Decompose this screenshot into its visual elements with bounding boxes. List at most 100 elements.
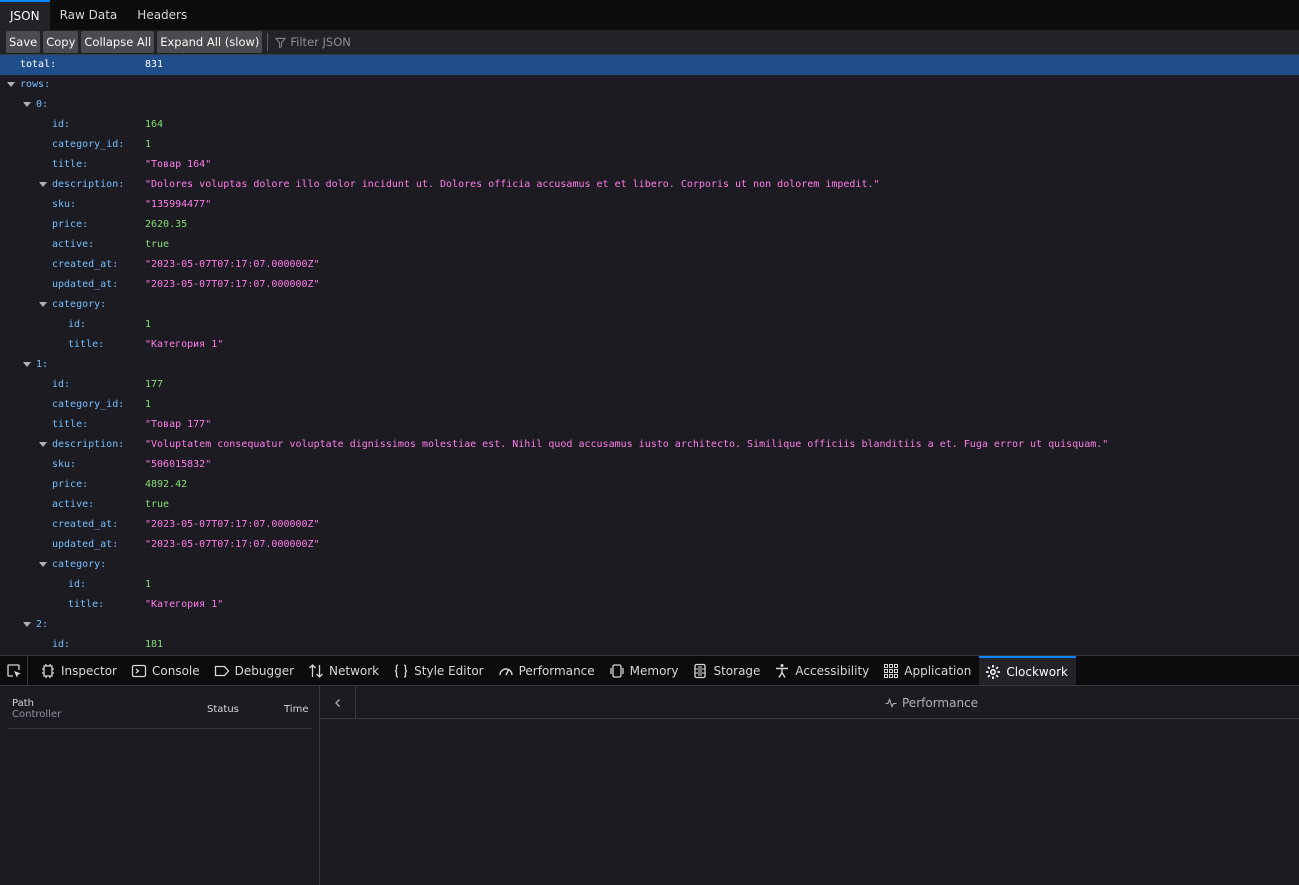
expand-toggle-icon[interactable] xyxy=(39,562,47,567)
inspector-icon xyxy=(42,663,54,678)
element-picker-button[interactable] xyxy=(0,656,28,685)
tree-row[interactable]: id: 181 xyxy=(0,635,1299,655)
tree-row[interactable]: created_at: "2023-05-07T07:17:07.000000Z" xyxy=(0,515,1299,535)
tree-row[interactable]: description: "Dolores voluptas dolore ill… xyxy=(0,175,1299,195)
tree-row[interactable]: id: 164 xyxy=(0,115,1299,135)
filter-json-input[interactable] xyxy=(290,35,491,49)
tree-row[interactable]: title: "Товар 177" xyxy=(0,415,1299,435)
tree-row[interactable]: title: "Товар 164" xyxy=(0,155,1299,175)
tree-key: description: xyxy=(52,439,125,450)
tree-value: true xyxy=(145,499,170,510)
tree-value: "Dolores voluptas dolore illo dolor inci… xyxy=(145,179,880,190)
tree-value: "135994477" xyxy=(145,199,212,210)
tree-row[interactable]: updated_at: "2023-05-07T07:17:07.000000Z" xyxy=(0,535,1299,555)
devtools-tab-label: Network xyxy=(329,663,380,678)
tab-performance[interactable]: Performance xyxy=(492,656,603,685)
accessibility-icon xyxy=(776,663,789,678)
tab-accessibility[interactable]: Accessibility xyxy=(768,656,877,685)
tree-value: "Товар 177" xyxy=(145,419,212,430)
tree-row[interactable]: created_at: "2023-05-07T07:17:07.000000Z" xyxy=(0,255,1299,275)
collapse-all-button[interactable]: Collapse All xyxy=(81,31,155,53)
filter-icon xyxy=(275,37,287,48)
tree-row[interactable]: category_id: 1 xyxy=(0,395,1299,415)
expand-toggle-icon[interactable] xyxy=(7,82,15,87)
column-time[interactable]: Time xyxy=(284,704,308,715)
tree-value: "2023-05-07T07:17:07.000000Z" xyxy=(145,279,320,290)
performance-tab[interactable]: Performance xyxy=(885,686,978,719)
tab-storage[interactable]: Storage xyxy=(686,656,768,685)
tree-key: rows: xyxy=(20,79,51,90)
tree-row[interactable]: 1: xyxy=(0,355,1299,375)
tab-application[interactable]: Application xyxy=(877,656,979,685)
devtools-tab-label: Style Editor xyxy=(414,663,484,678)
tree-key: created_at: xyxy=(52,259,119,270)
tree-row[interactable]: rows: xyxy=(0,75,1299,95)
tree-key: id: xyxy=(52,119,71,130)
tree-value: 177 xyxy=(145,379,164,390)
tree-row[interactable]: 2: xyxy=(0,615,1299,635)
tab-headers[interactable]: Headers xyxy=(127,0,197,30)
tree-row[interactable]: category: xyxy=(0,555,1299,575)
tree-row[interactable]: title: "Категория 1" xyxy=(0,335,1299,355)
tree-row[interactable]: sku: "506015832" xyxy=(0,455,1299,475)
tree-key: sku: xyxy=(52,199,77,210)
tree-key: id: xyxy=(52,639,71,650)
tree-row[interactable]: title: "Категория 1" xyxy=(0,595,1299,615)
activity-icon xyxy=(885,697,897,708)
expand-toggle-icon[interactable] xyxy=(39,182,47,187)
collapse-sidebar-button[interactable] xyxy=(320,686,356,719)
tab-network[interactable]: Network xyxy=(302,656,387,685)
tree-row[interactable]: price: 2620.35 xyxy=(0,215,1299,235)
tree-key: active: xyxy=(52,499,95,510)
tree-row[interactable]: active: true xyxy=(0,235,1299,255)
tree-row[interactable]: total: 831 xyxy=(0,55,1299,75)
tree-row[interactable]: id: 177 xyxy=(0,375,1299,395)
tree-value: "Voluptatem consequatur voluptate dignis… xyxy=(145,439,1109,450)
save-button[interactable]: Save xyxy=(6,31,41,53)
tree-value: 1 xyxy=(145,399,152,410)
tree-row[interactable]: id: 1 xyxy=(0,575,1299,595)
tree-row[interactable]: category_id: 1 xyxy=(0,135,1299,155)
tree-row[interactable]: description: "Voluptatem consequatur volu… xyxy=(0,435,1299,455)
tree-value: 164 xyxy=(145,119,164,130)
expand-toggle-icon[interactable] xyxy=(23,622,31,627)
tree-key: title: xyxy=(52,419,89,430)
tab-memory[interactable]: Memory xyxy=(603,656,687,685)
tab-inspector[interactable]: Inspector xyxy=(34,656,125,685)
expand-toggle-icon[interactable] xyxy=(23,362,31,367)
tree-row[interactable]: 0: xyxy=(0,95,1299,115)
tree-row[interactable]: active: true xyxy=(0,495,1299,515)
tree-value: 181 xyxy=(145,639,164,650)
gear-icon xyxy=(986,664,1001,679)
tab-json[interactable]: JSON xyxy=(0,0,50,30)
expand-all-button[interactable]: Expand All (slow) xyxy=(157,31,263,53)
clockwork-request-list: Path Controller Status Time xyxy=(0,686,320,885)
column-status[interactable]: Status xyxy=(207,704,239,715)
copy-button[interactable]: Copy xyxy=(43,31,79,53)
tab-raw-data[interactable]: Raw Data xyxy=(50,0,128,30)
memory-icon xyxy=(610,663,624,678)
tree-key: category_id: xyxy=(52,399,125,410)
tree-row[interactable]: updated_at: "2023-05-07T07:17:07.000000Z" xyxy=(0,275,1299,295)
tree-key: title: xyxy=(68,599,105,610)
debugger-icon xyxy=(214,665,229,676)
tree-row[interactable]: id: 1 xyxy=(0,315,1299,335)
tab-clockwork[interactable]: Clockwork xyxy=(979,656,1076,685)
expand-toggle-icon[interactable] xyxy=(23,102,31,107)
tab-style-editor[interactable]: Style Editor xyxy=(387,656,491,685)
tab-debugger[interactable]: Debugger xyxy=(208,656,302,685)
performance-icon xyxy=(498,667,513,675)
devtools-tab-label: Storage xyxy=(713,663,761,678)
tree-row[interactable]: price: 4892.42 xyxy=(0,475,1299,495)
tree-key: sku: xyxy=(52,459,77,470)
expand-toggle-icon[interactable] xyxy=(39,442,47,447)
json-viewer-tabs: JSON Raw Data Headers xyxy=(0,0,1299,30)
tab-console[interactable]: Console xyxy=(125,656,208,685)
tree-value: "2023-05-07T07:17:07.000000Z" xyxy=(145,259,320,270)
tree-row[interactable]: sku: "135994477" xyxy=(0,195,1299,215)
tree-row[interactable]: category: xyxy=(0,295,1299,315)
devtools-tab-label: Debugger xyxy=(234,663,295,678)
expand-toggle-icon[interactable] xyxy=(39,302,47,307)
application-icon xyxy=(884,663,899,678)
tree-key: category: xyxy=(52,299,107,310)
